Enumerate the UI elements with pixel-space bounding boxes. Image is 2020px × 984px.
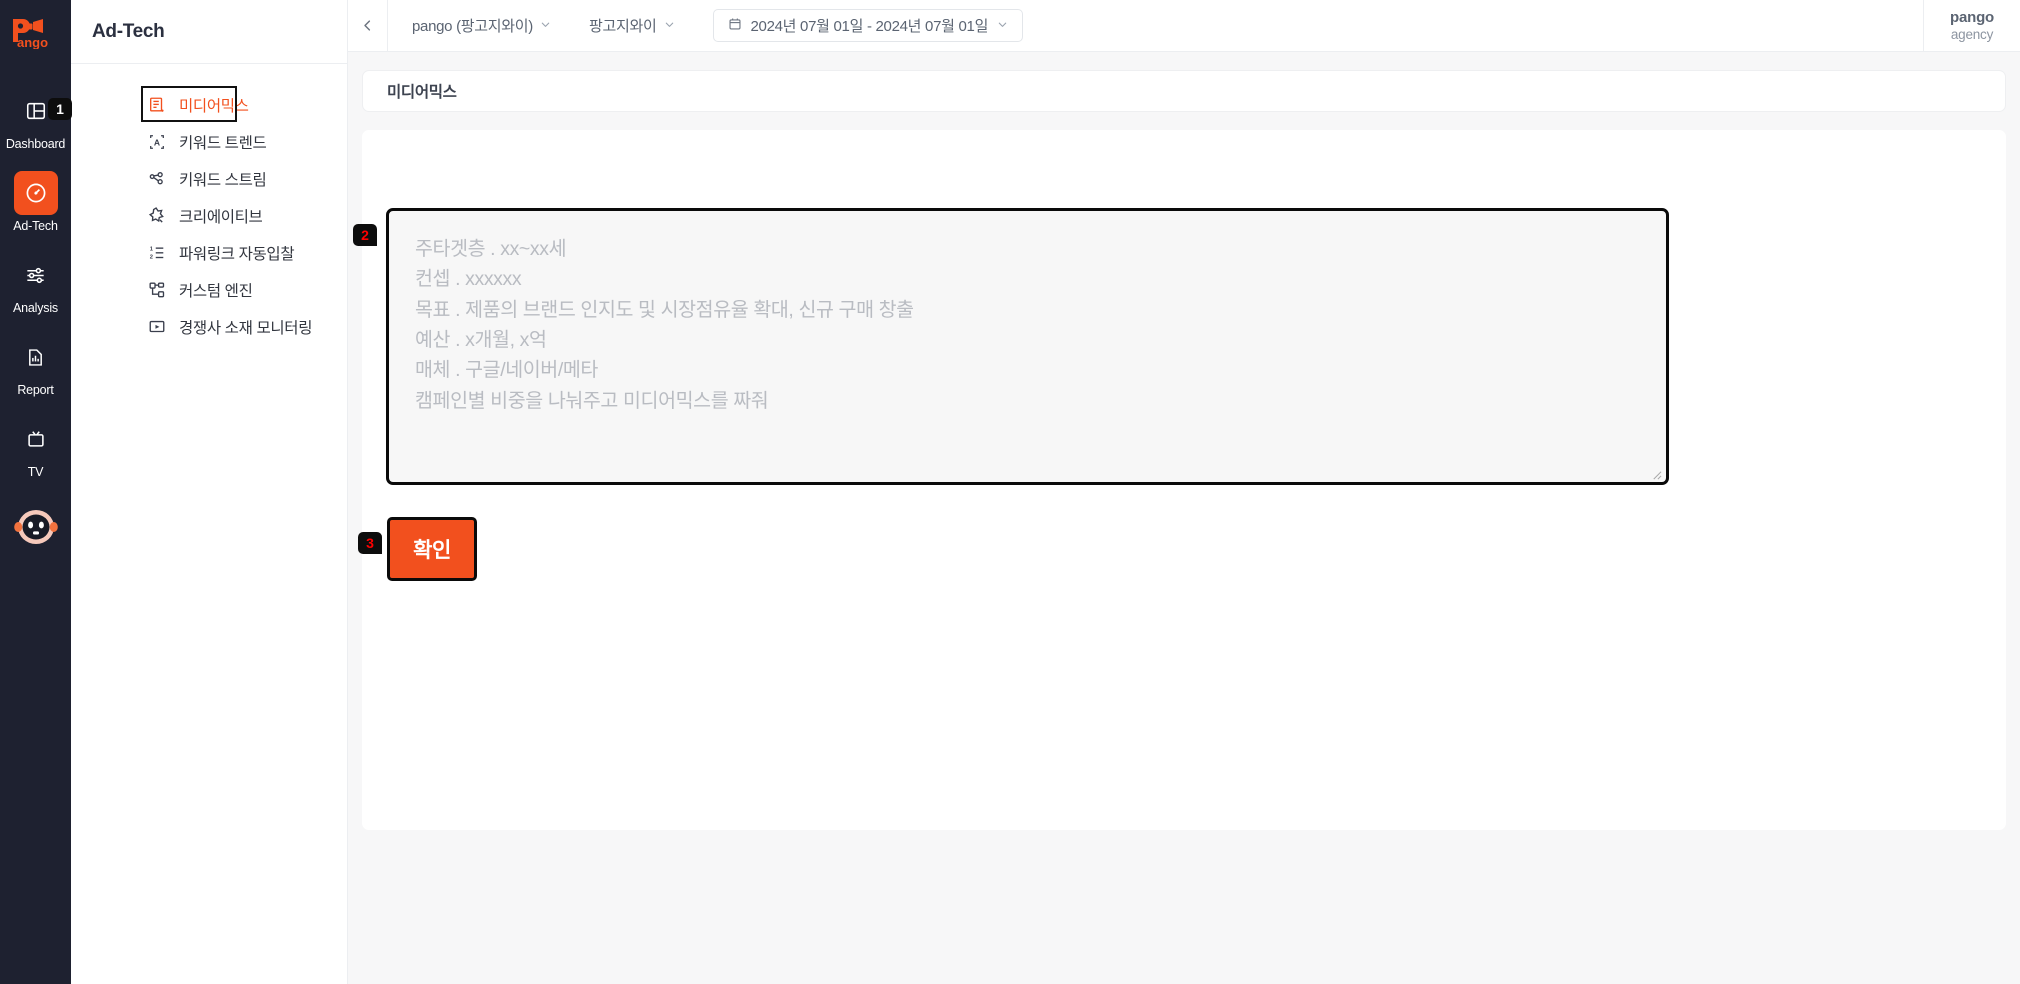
prompt-field-wrapper xyxy=(386,208,1669,485)
top-bar: pango (팡고지와이) 팡고지와이 2024년 07월 01일 - 2024… xyxy=(348,0,2020,52)
sidebar-item-powerlink-auto-bid[interactable]: 1 2 파워링크 자동입찰 xyxy=(71,235,347,270)
prompt-textarea[interactable] xyxy=(386,208,1669,485)
sidebar-item-label: 커스텀 엔진 xyxy=(179,282,253,300)
sidebar-item-label: 키워드 트렌드 xyxy=(179,134,267,152)
sidebar-item-label: 파워링크 자동입찰 xyxy=(179,245,295,263)
rail-item-label: Dashboard xyxy=(5,137,66,151)
account-picker-label: pango (팡고지와이) xyxy=(412,18,533,35)
sidebar-item-label: 미디어믹스 xyxy=(179,97,249,115)
annotation-badge-2: 2 xyxy=(353,224,377,246)
speedometer-icon xyxy=(13,171,58,215)
app-root: ango Dashboard Ad-Tech Analysis Report T… xyxy=(0,0,2020,984)
user-name: pango xyxy=(1950,9,1994,27)
account-picker[interactable]: pango (팡고지와이) xyxy=(412,15,551,36)
creative-sparkle-icon xyxy=(147,206,166,225)
monitoring-screen-icon xyxy=(147,317,166,336)
rail-item-label: Analysis xyxy=(13,301,58,315)
sidebar-item-label: 키워드 스트림 xyxy=(179,171,267,189)
svg-text:2: 2 xyxy=(149,254,152,260)
date-range-picker[interactable]: 2024년 07월 01일 - 2024년 07월 01일 xyxy=(712,9,1024,42)
topbar-pickers: pango (팡고지와이) 팡고지와이 2024년 07월 01일 - 2024… xyxy=(388,9,1024,42)
sidebar-title: Ad-Tech xyxy=(92,20,165,42)
rail-item-analysis[interactable]: Analysis xyxy=(0,253,71,315)
rail-item-report[interactable]: Report xyxy=(0,335,71,397)
rail-item-label: Ad-Tech xyxy=(13,219,58,233)
advertiser-picker[interactable]: 팡고지와이 xyxy=(589,15,675,36)
page-title-card: 미디어믹스 xyxy=(362,70,2006,112)
sidebar-item-creative[interactable]: 크리에이티브 xyxy=(71,198,347,233)
sidebar-menu: 미디어믹스 A 키워드 트렌드 키워드 스트림 크리에이티브 1 2 파워링크 … xyxy=(71,64,347,346)
sidebar-item-custom-engine[interactable]: 커스텀 엔진 xyxy=(71,272,347,307)
media-mix-panel: 확인 xyxy=(362,130,2006,830)
sliders-icon xyxy=(14,253,58,297)
primary-nav-rail: ango Dashboard Ad-Tech Analysis Report T… xyxy=(0,0,71,984)
annotation-badge-1: 1 xyxy=(48,98,72,120)
sidebar-item-media-mix[interactable]: 미디어믹스 xyxy=(71,86,347,122)
date-range-label: 2024년 07월 01일 - 2024년 07월 01일 xyxy=(750,18,989,35)
secondary-sidebar: Ad-Tech 미디어믹스 A 키워드 트렌드 키워드 스트림 크리에이티브 1… xyxy=(71,0,348,984)
rail-item-ad-tech[interactable]: Ad-Tech xyxy=(0,171,71,233)
annotation-badge-3: 3 xyxy=(358,532,382,554)
chevron-down-icon xyxy=(997,17,1008,34)
sidebar-item-competitor-monitoring[interactable]: 경쟁사 소재 모니터링 xyxy=(71,309,347,344)
sidebar-item-keyword-trend[interactable]: A 키워드 트렌드 xyxy=(71,124,347,159)
svg-text:1: 1 xyxy=(149,246,153,252)
chevron-down-icon xyxy=(664,17,675,34)
sidebar-header: Ad-Tech xyxy=(71,0,347,64)
content-area: 미디어믹스 확인 xyxy=(348,52,2020,984)
media-mix-list-icon xyxy=(147,95,166,114)
rail-nav-list: Dashboard Ad-Tech Analysis Report TV xyxy=(0,89,71,554)
keyword-stream-icon xyxy=(147,169,166,188)
rail-item-label: TV xyxy=(27,465,44,479)
chevron-down-icon xyxy=(540,17,551,34)
user-role: agency xyxy=(1950,26,1994,42)
advertiser-picker-label: 팡고지와이 xyxy=(588,18,657,35)
confirm-button[interactable]: 확인 xyxy=(387,517,477,581)
report-chart-icon xyxy=(14,335,58,379)
auto-bidding-list-icon: 1 2 xyxy=(147,243,166,262)
main-column: pango (팡고지와이) 팡고지와이 2024년 07월 01일 - 2024… xyxy=(348,0,2020,984)
sidebar-item-label: 경쟁사 소재 모니터링 xyxy=(179,319,313,337)
custom-engine-icon xyxy=(147,280,166,299)
rail-item-label: Report xyxy=(17,383,54,397)
svg-text:ango: ango xyxy=(17,35,48,49)
sidebar-item-keyword-stream[interactable]: 키워드 스트림 xyxy=(71,161,347,196)
bot-avatar-icon[interactable] xyxy=(13,507,59,554)
svg-text:A: A xyxy=(153,137,159,147)
tv-icon xyxy=(14,417,58,461)
page-title: 미디어믹스 xyxy=(387,84,457,101)
keyword-trend-icon: A xyxy=(147,132,166,151)
calendar-icon xyxy=(728,17,742,35)
pango-logo[interactable]: ango xyxy=(0,0,71,64)
sidebar-item-label: 크리에이티브 xyxy=(179,208,263,226)
chevron-left-icon[interactable] xyxy=(348,0,388,52)
user-account-block[interactable]: pango agency xyxy=(1923,0,2020,52)
rail-item-tv[interactable]: TV xyxy=(0,417,71,479)
